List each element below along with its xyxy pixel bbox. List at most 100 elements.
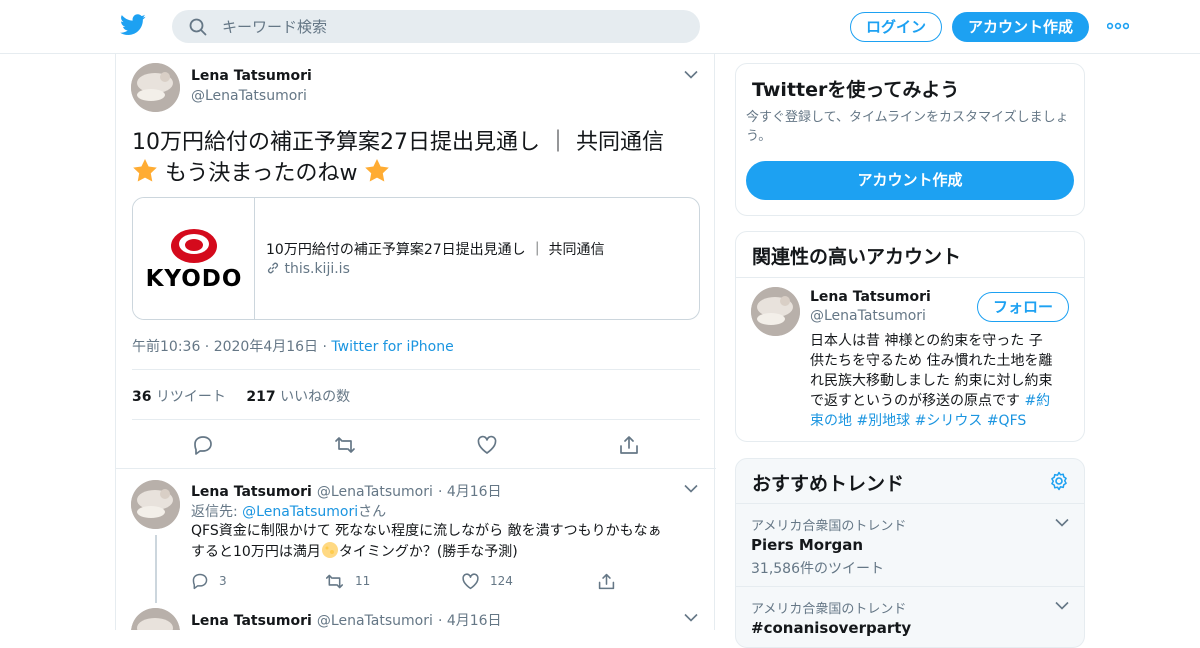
reply-icon[interactable] xyxy=(191,572,209,590)
reply-author-handle[interactable]: @LenaTatsumori xyxy=(317,613,433,629)
card-domain: this.kiji.is xyxy=(266,261,350,277)
kyodo-logo xyxy=(171,229,217,263)
reply-tweet[interactable]: Lena Tatsumori @LenaTatsumori · 4月16日 xyxy=(116,600,716,630)
tweet-detail-column: Lena Tatsumori @LenaTatsumori 10万円給付の補正予… xyxy=(115,54,716,630)
retweet-icon[interactable] xyxy=(325,572,344,591)
related-account-handle[interactable]: @LenaTatsumori xyxy=(810,308,926,324)
hashtag-link[interactable]: #シリウス xyxy=(915,413,983,429)
reply-author-name[interactable]: Lena Tatsumori xyxy=(191,484,312,500)
tweet-actions xyxy=(116,432,716,462)
login-button[interactable]: ログイン xyxy=(850,12,942,42)
tweet-source-link[interactable]: Twitter for iPhone xyxy=(331,339,453,355)
divider xyxy=(132,369,700,370)
signup-module-title: Twitterを使ってみよう xyxy=(752,79,960,101)
retweet-count[interactable]: 36 リツイート xyxy=(132,389,226,405)
gear-icon[interactable] xyxy=(1049,471,1069,491)
bio-text: で返すというのが移送の原点です xyxy=(810,393,1025,409)
link-preview-card[interactable]: KYODO 10万円給付の補正予算案27日提出見通し ｜ 共同通信 this.k… xyxy=(132,197,700,320)
avatar[interactable] xyxy=(131,63,180,112)
avatar-image xyxy=(131,63,180,112)
search-input[interactable] xyxy=(222,10,682,43)
reply-date[interactable]: · 4月16日 xyxy=(438,613,502,629)
thread-line xyxy=(155,535,157,603)
bio-line: 日本人は昔 神様との約束を守った 子 xyxy=(810,333,1043,349)
card-thumbnail: KYODO xyxy=(133,198,255,319)
trend-item[interactable]: アメリカ合衆国のトレンド #conanisoverparty xyxy=(736,587,1084,647)
chevron-down-icon[interactable] xyxy=(1055,601,1069,610)
tweet-timestamp: 午前10:36 · 2020年4月16日 · Twitter for iPhon… xyxy=(132,336,454,356)
twitter-logo-icon[interactable] xyxy=(120,14,146,36)
like-icon[interactable] xyxy=(476,434,498,456)
share-icon[interactable] xyxy=(597,572,616,591)
reply-author-name[interactable]: Lena Tatsumori xyxy=(191,613,312,629)
trend-context: アメリカ合衆国のトレンド xyxy=(751,519,907,534)
reply-tweet[interactable]: Lena Tatsumori @LenaTatsumori · 4月16日 返信… xyxy=(116,468,716,603)
chevron-down-icon[interactable] xyxy=(684,484,698,493)
kyodo-logo-text: KYODO xyxy=(145,266,243,292)
share-icon[interactable] xyxy=(618,434,640,456)
avatar[interactable] xyxy=(131,608,180,630)
hashtag-link[interactable]: #QFS xyxy=(987,413,1026,429)
tweet-text-line: もう決まったのねw xyxy=(132,158,702,189)
trend-name[interactable]: #conanisoverparty xyxy=(751,619,911,637)
like-count-label: いいねの数 xyxy=(280,389,351,405)
reply-to-suffix: さん xyxy=(358,504,387,520)
star-emoji-icon xyxy=(133,159,157,182)
signup-module: Twitterを使ってみよう 今すぐ登録して、タイムラインをカスタマイズしましょ… xyxy=(735,63,1085,216)
reply-author-handle[interactable]: @LenaTatsumori xyxy=(317,484,433,500)
link-icon xyxy=(267,262,279,274)
avatar[interactable] xyxy=(751,287,800,336)
related-accounts-module: 関連性の高いアカウント Lena Tatsumori @LenaTatsumor… xyxy=(735,231,1085,442)
related-account-name[interactable]: Lena Tatsumori xyxy=(810,289,931,305)
tweet-stats: 36 リツイート 217 いいねの数 xyxy=(132,386,350,406)
signup-module-description: 今すぐ登録して、タイムラインをカスタマイズしましょう。 xyxy=(746,110,1069,144)
reply-to: 返信先: @LenaTatsumoriさん xyxy=(191,501,386,521)
avatar[interactable] xyxy=(131,480,180,529)
top-navigation-bar: ログイン アカウント作成 xyxy=(0,0,1200,54)
author-name[interactable]: Lena Tatsumori xyxy=(191,68,312,84)
reply-actions: 3 11 124 xyxy=(191,571,691,593)
bio-line: れ民族大移動しました 約束に対し約束 xyxy=(810,373,1053,389)
trend-item[interactable]: アメリカ合衆国のトレンド Piers Morgan 31,586件のツイート xyxy=(736,504,1084,586)
card-title: 10万円給付の補正予算案27日提出見通し ｜ 共同通信 xyxy=(266,242,605,258)
more-options-icon[interactable] xyxy=(1107,22,1129,30)
bio-line: 供たちを守るため 住み慣れた土地を離 xyxy=(810,353,1053,369)
full-moon-emoji-icon xyxy=(321,542,338,558)
search-box[interactable] xyxy=(172,10,700,43)
like-count-value: 217 xyxy=(246,389,276,405)
hashtag-link[interactable]: #別地球 xyxy=(856,413,910,429)
retweet-icon[interactable] xyxy=(334,434,356,456)
reply-to-prefix: 返信先: xyxy=(191,504,243,520)
reply-header: Lena Tatsumori @LenaTatsumori · 4月16日 xyxy=(191,481,502,501)
like-count: 124 xyxy=(490,574,513,588)
like-count[interactable]: 217 いいねの数 xyxy=(246,389,350,405)
like-icon[interactable] xyxy=(461,572,480,591)
signup-button[interactable]: アカウント作成 xyxy=(952,12,1089,42)
tweet-time[interactable]: 午前10:36 · 2020年4月16日 · xyxy=(132,339,331,355)
chevron-down-icon[interactable] xyxy=(1055,518,1069,527)
reply-count: 3 xyxy=(219,574,227,588)
hashtag-link[interactable]: 束の地 xyxy=(810,413,852,429)
retweet-count: 11 xyxy=(355,574,371,588)
reply-to-handle[interactable]: @LenaTatsumori xyxy=(242,504,358,520)
signup-module-button[interactable]: アカウント作成 xyxy=(746,161,1074,200)
reply-date[interactable]: · 4月16日 xyxy=(438,484,502,500)
tweet-text-segment: もう決まったのねw xyxy=(165,161,358,186)
author-handle[interactable]: @LenaTatsumori xyxy=(191,88,307,104)
star-emoji-icon xyxy=(365,159,390,182)
related-accounts-title: 関連性の高いアカウント xyxy=(752,246,962,268)
bio-line: で返すというのが移送の原点です #約 xyxy=(810,391,1078,411)
reply-text-segment: すると10万円は満月 xyxy=(191,544,321,560)
avatar-image xyxy=(131,608,180,630)
divider xyxy=(736,277,1084,278)
hashtag-link[interactable]: #約 xyxy=(1024,393,1050,409)
chevron-down-icon[interactable] xyxy=(684,613,698,622)
trends-title: おすすめトレンド xyxy=(752,473,905,495)
reply-header: Lena Tatsumori @LenaTatsumori · 4月16日 xyxy=(191,610,502,630)
card-domain-text: this.kiji.is xyxy=(284,261,350,277)
reply-text: QFS資金に制限かけて 死なない程度に流しながら 敵を潰すつもりかもなぁ すると… xyxy=(191,521,706,562)
reply-icon[interactable] xyxy=(192,434,214,456)
trend-name[interactable]: Piers Morgan xyxy=(751,536,863,554)
chevron-down-icon[interactable] xyxy=(684,70,698,79)
follow-button[interactable]: フォロー xyxy=(977,292,1069,322)
